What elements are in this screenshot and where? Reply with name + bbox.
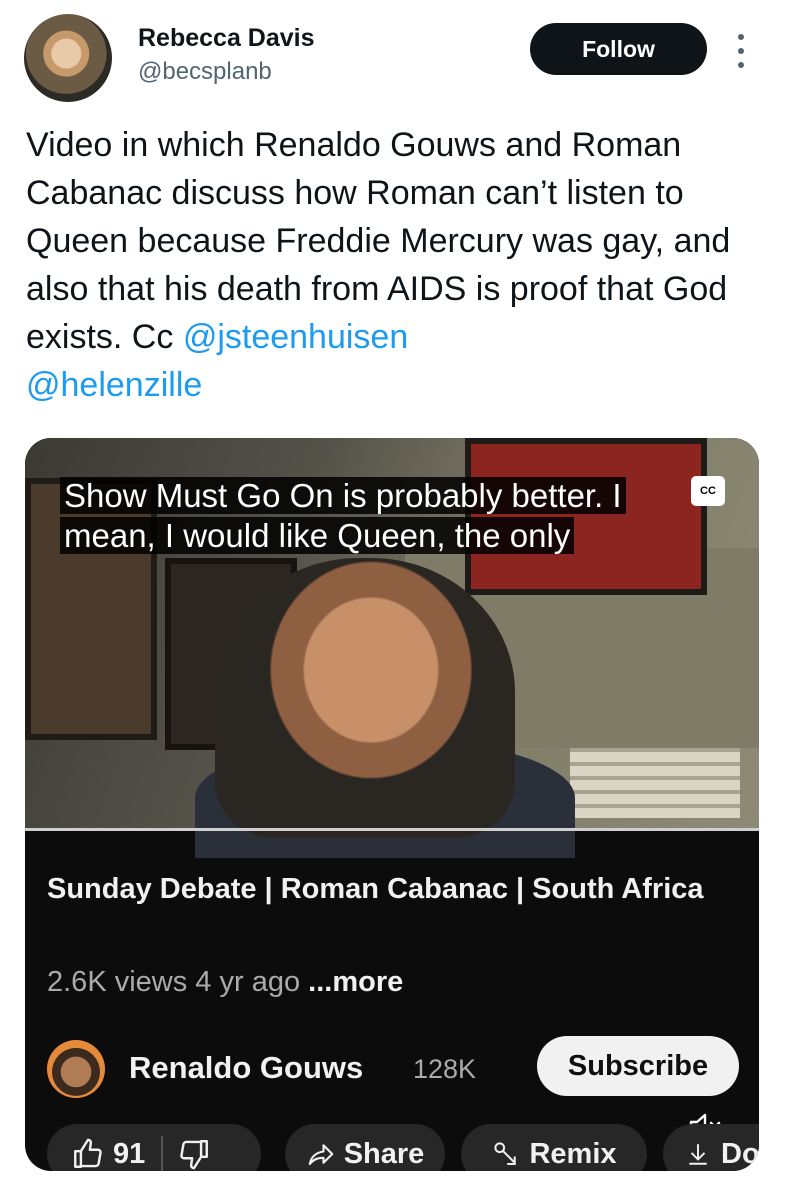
author-avatar[interactable] bbox=[24, 14, 112, 102]
video-meta: 2.6K views 4 yr ago ...more bbox=[47, 966, 403, 999]
view-count: 2.6K views bbox=[47, 966, 188, 998]
video-title[interactable]: Sunday Debate | Roman Cabanac | South Af… bbox=[47, 870, 737, 908]
mention-jsteenhuisen[interactable]: @jsteenhuisen bbox=[183, 318, 408, 356]
tweet-text: Video in which Renaldo Gouws and Roman C… bbox=[26, 121, 766, 409]
caption-line-1: Show Must Go On is probably better. I bbox=[60, 477, 626, 514]
caption-line-2: mean, I would like Queen, the only bbox=[60, 517, 575, 554]
like-dislike-pill: 91 bbox=[47, 1124, 261, 1171]
video-progress-bar[interactable] bbox=[25, 828, 759, 831]
download-label: Do bbox=[721, 1137, 759, 1170]
thumbs-up-icon[interactable] bbox=[71, 1137, 105, 1171]
share-button[interactable]: Share bbox=[285, 1124, 445, 1171]
remix-icon bbox=[491, 1139, 521, 1169]
like-divider bbox=[161, 1136, 164, 1171]
video-actions-bar: 91 Share Remix Do bbox=[47, 1124, 759, 1171]
author-name[interactable]: Rebecca Davis bbox=[138, 22, 315, 54]
thumbs-down-icon[interactable] bbox=[177, 1137, 211, 1171]
video-caption: Show Must Go On is probably better. I me… bbox=[60, 476, 680, 556]
share-label: Share bbox=[343, 1137, 425, 1170]
like-count: 91 bbox=[113, 1137, 146, 1170]
subscriber-count: 128K bbox=[413, 1054, 477, 1084]
author-info: Rebecca Davis @becsplanb bbox=[138, 22, 315, 88]
author-handle[interactable]: @becsplanb bbox=[138, 56, 315, 88]
video-age: 4 yr ago bbox=[195, 966, 301, 998]
follow-button[interactable]: Follow bbox=[530, 23, 707, 75]
channel-name[interactable]: Renaldo Gouws bbox=[129, 1050, 363, 1086]
video-frame[interactable]: Show Must Go On is probably better. I me… bbox=[25, 438, 759, 858]
share-arrow-icon bbox=[306, 1139, 336, 1169]
mention-helenzille[interactable]: @helenzille bbox=[26, 366, 202, 404]
remix-label: Remix bbox=[529, 1137, 617, 1170]
closed-captions-icon[interactable]: CC bbox=[691, 476, 725, 506]
download-icon bbox=[685, 1139, 711, 1169]
more-dots-icon[interactable] bbox=[732, 34, 750, 68]
channel-avatar[interactable] bbox=[47, 1040, 105, 1098]
more-link[interactable]: ...more bbox=[308, 966, 403, 998]
embedded-video-card[interactable]: Show Must Go On is probably better. I me… bbox=[25, 438, 759, 1171]
subscribe-button[interactable]: Subscribe bbox=[537, 1036, 739, 1096]
remix-button[interactable]: Remix bbox=[461, 1124, 647, 1171]
download-button[interactable]: Do bbox=[663, 1124, 759, 1171]
